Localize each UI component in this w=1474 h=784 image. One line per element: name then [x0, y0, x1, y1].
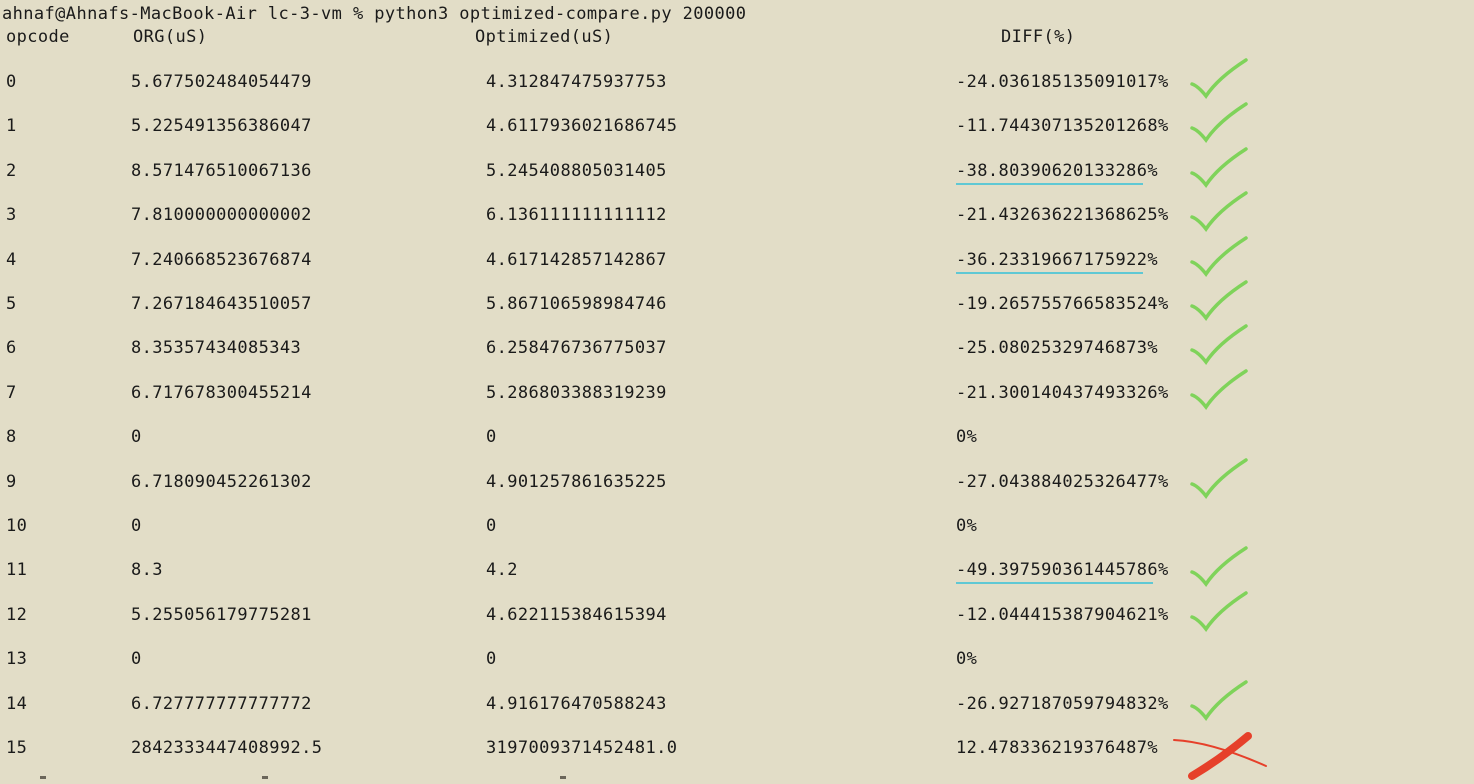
cell-diff: -49.397590361445786%	[956, 560, 1169, 581]
cell-opcode: 8	[6, 427, 17, 448]
cell-optimized: 6.136111111111112	[486, 205, 667, 226]
cell-optimized: 4.901257861635225	[486, 471, 667, 492]
cell-optimized: 4.2	[486, 560, 518, 581]
cell-org: 5.255056179775281	[131, 604, 312, 625]
cell-org: 0	[131, 427, 142, 448]
cell-opcode: 6	[6, 338, 17, 359]
cell-optimized: 6.258476736775037	[486, 338, 667, 359]
cell-org: 0	[131, 649, 142, 670]
cell-diff: -21.300140437493326%	[956, 382, 1169, 403]
cell-org: 7.267184643510057	[131, 294, 312, 314]
underline-highlight	[956, 271, 1143, 274]
cell-org: 7.810000000000002	[131, 205, 312, 226]
cell-diff: 12.478336219376487%	[956, 738, 1159, 758]
cell-optimized: 5.245408805031405	[486, 160, 667, 181]
cell-opcode: 7	[6, 382, 17, 403]
cell-org: 6.727777777777772	[131, 693, 312, 714]
header-diff: DIFF(%)	[1001, 27, 1076, 47]
cell-org: 7.240668523676874	[131, 249, 312, 270]
cell-org: 8.571476510067136	[131, 160, 312, 181]
underline-highlight	[956, 182, 1143, 185]
shell-prompt-command: ahnaf@Ahnafs-MacBook-Air lc-3-vm % pytho…	[2, 4, 747, 24]
cell-diff: -36.23319667175922%	[956, 249, 1159, 270]
cell-org: 0	[131, 516, 142, 536]
cell-org: 5.225491356386047	[131, 116, 312, 137]
cell-diff: 0%	[956, 427, 978, 448]
cell-opcode: 13	[6, 649, 28, 670]
cell-opcode: 12	[6, 604, 28, 625]
cell-org: 8.35357434085343	[131, 338, 302, 359]
header-org: ORG(uS)	[133, 27, 208, 47]
cell-diff: -25.08025329746873%	[956, 338, 1159, 359]
cell-diff: -38.80390620133286%	[956, 160, 1159, 181]
cell-optimized: 0	[486, 649, 497, 670]
terminal-window[interactable]: ahnaf@Ahnafs-MacBook-Air lc-3-vm % pytho…	[0, 0, 1474, 784]
cell-optimized: 4.916176470588243	[486, 693, 667, 714]
cell-optimized: 5.286803388319239	[486, 382, 667, 403]
cell-org: 5.677502484054479	[131, 72, 312, 92]
header-opcode: opcode	[6, 27, 70, 47]
cell-diff: -12.044415387904621%	[956, 604, 1169, 625]
cell-diff: -26.927187059794832%	[956, 693, 1169, 714]
cell-diff: -11.744307135201268%	[956, 116, 1169, 137]
cell-opcode: 2	[6, 160, 17, 181]
cell-diff: -24.036185135091017%	[956, 72, 1169, 92]
cell-org: 8.3	[131, 560, 163, 581]
cell-optimized: 3197009371452481.0	[486, 738, 678, 758]
cell-org: 2842333447408992.5	[131, 738, 323, 758]
cutoff-next-line	[0, 776, 1474, 784]
cell-opcode: 4	[6, 249, 17, 270]
underline-highlight	[956, 582, 1153, 585]
cell-optimized: 5.867106598984746	[486, 294, 667, 314]
header-optimized: Optimized(uS)	[475, 27, 614, 47]
cell-opcode: 11	[6, 560, 28, 581]
cell-org: 6.718090452261302	[131, 471, 312, 492]
cell-optimized: 4.312847475937753	[486, 72, 667, 92]
cell-opcode: 5	[6, 294, 17, 314]
cell-diff: 0%	[956, 649, 978, 670]
cell-opcode: 10	[6, 516, 28, 536]
cell-optimized: 4.622115384615394	[486, 604, 667, 625]
cell-diff: -21.432636221368625%	[956, 205, 1169, 226]
cell-optimized: 4.6117936021686745	[486, 116, 678, 137]
cell-diff: -27.043884025326477%	[956, 471, 1169, 492]
cell-opcode: 0	[6, 72, 17, 92]
cell-opcode: 9	[6, 471, 17, 492]
cell-opcode: 15	[6, 738, 28, 758]
cell-diff: -19.265755766583524%	[956, 294, 1169, 314]
cell-diff: 0%	[956, 516, 978, 536]
cell-opcode: 1	[6, 116, 17, 137]
cell-optimized: 0	[486, 516, 497, 536]
cell-opcode: 14	[6, 693, 28, 714]
cell-optimized: 0	[486, 427, 497, 448]
cell-optimized: 4.617142857142867	[486, 249, 667, 270]
cell-org: 6.717678300455214	[131, 382, 312, 403]
cell-opcode: 3	[6, 205, 17, 226]
